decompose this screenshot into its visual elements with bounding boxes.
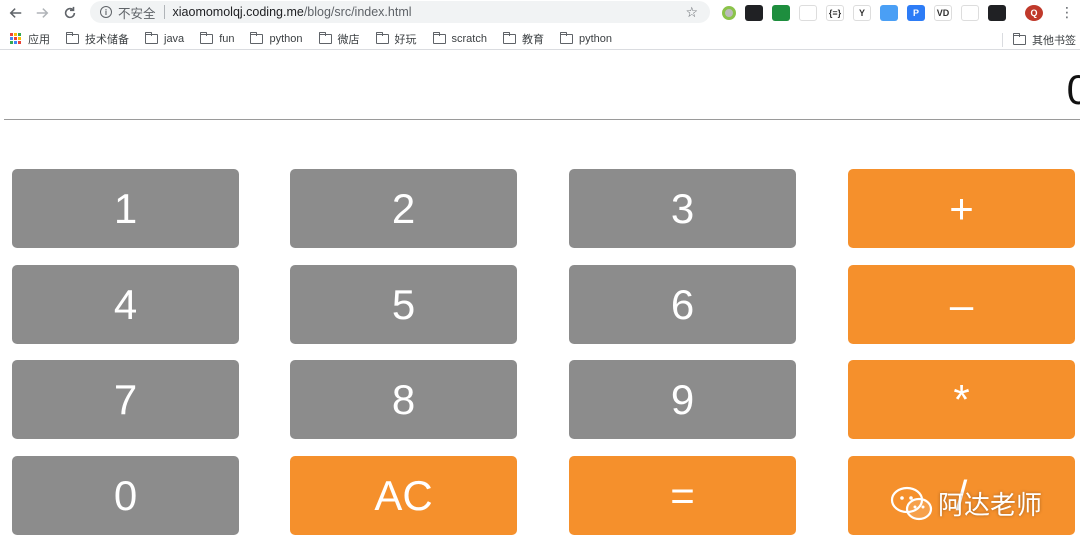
address-bar[interactable]: i 不安全 xiaomomolqj.coding.me/blog/src/ind… bbox=[90, 1, 710, 23]
key-11[interactable]: * bbox=[848, 360, 1075, 439]
browser-toolbar: i 不安全 xiaomomolqj.coding.me/blog/src/ind… bbox=[0, 0, 1080, 26]
folder-icon bbox=[200, 31, 214, 44]
compass-icon[interactable] bbox=[880, 5, 898, 21]
bookmark-folder-label: scratch bbox=[451, 32, 487, 45]
green-circle-icon[interactable] bbox=[722, 6, 736, 20]
bookmark-folder[interactable]: python bbox=[559, 31, 613, 45]
url-separator bbox=[163, 5, 165, 19]
browser-menu-icon[interactable]: ⋮ bbox=[1060, 5, 1074, 19]
arrow-left-icon bbox=[9, 8, 22, 18]
bookmark-folder-label: 微店 bbox=[337, 33, 360, 46]
calculator-display: 0 bbox=[4, 60, 1080, 120]
extensions-area: {≡} Y P VD Q bbox=[722, 3, 1052, 23]
json-icon[interactable]: {≡} bbox=[826, 5, 844, 21]
folder-icon bbox=[432, 31, 446, 44]
bookmark-apps[interactable]: 应用 bbox=[10, 31, 50, 47]
apps-grid-icon bbox=[10, 32, 22, 45]
wechat-icon bbox=[890, 486, 933, 520]
bookmark-folder-label: java bbox=[164, 32, 185, 45]
folder-icon bbox=[502, 31, 516, 44]
key-7[interactable]: – bbox=[848, 265, 1075, 344]
key-0[interactable]: 1 bbox=[12, 169, 239, 248]
bookmark-folder[interactable]: 好玩 bbox=[375, 31, 417, 47]
bookmark-other[interactable]: 其他书签 bbox=[1002, 32, 1076, 48]
key-10[interactable]: 9 bbox=[569, 360, 796, 439]
folder-icon bbox=[250, 31, 264, 44]
key-8[interactable]: 7 bbox=[12, 360, 239, 439]
bookmark-apps-label: 应用 bbox=[28, 33, 50, 46]
bookmark-folder-label: 好玩 bbox=[394, 33, 417, 46]
bookmarks-bar: 应用 技术储备 java fun python 微店 好玩 scratch 教育 python … bbox=[0, 28, 1080, 50]
bookmark-folder[interactable]: java bbox=[145, 31, 185, 45]
bookmark-other-label: 其他书签 bbox=[1032, 35, 1076, 47]
bookmark-star-icon[interactable]: ☆ bbox=[685, 4, 698, 21]
key-4[interactable]: 4 bbox=[12, 265, 239, 344]
url-path: /blog/src/index.html bbox=[303, 5, 412, 19]
bookmark-folder-label: fun bbox=[219, 32, 235, 45]
key-6[interactable]: 6 bbox=[569, 265, 796, 344]
bookmark-folder-label: python bbox=[269, 32, 303, 45]
bookmark-folder[interactable]: 教育 bbox=[502, 31, 544, 47]
key-5[interactable]: 5 bbox=[290, 265, 517, 344]
bookmark-folder[interactable]: scratch bbox=[432, 31, 487, 45]
key-12[interactable]: 0 bbox=[12, 456, 239, 535]
bookmark-folder[interactable]: 微店 bbox=[318, 31, 360, 47]
key-2[interactable]: 3 bbox=[569, 169, 796, 248]
cat-icon[interactable] bbox=[961, 5, 979, 21]
watermark: 阿达老师 bbox=[890, 485, 1042, 522]
tampermonkey-icon[interactable] bbox=[988, 5, 1006, 21]
display-value: 0 bbox=[1067, 60, 1080, 119]
reload-button[interactable] bbox=[56, 1, 84, 25]
arrow-right-icon bbox=[36, 8, 49, 18]
folder-icon bbox=[559, 31, 573, 44]
back-button[interactable] bbox=[2, 1, 30, 25]
insecure-label: 不安全 bbox=[118, 6, 156, 21]
folder-icon bbox=[375, 31, 389, 44]
reload-icon bbox=[64, 6, 76, 19]
vue-icon[interactable]: Y bbox=[853, 5, 871, 21]
shield-icon[interactable] bbox=[772, 5, 790, 21]
qr-code-icon[interactable] bbox=[745, 5, 763, 21]
bookmark-folder-label: 教育 bbox=[521, 33, 544, 46]
info-icon[interactable]: i bbox=[100, 6, 112, 18]
bookmark-folder[interactable]: python bbox=[250, 31, 303, 45]
bookmark-folder[interactable]: 技术储备 bbox=[66, 31, 129, 47]
key-9[interactable]: 8 bbox=[290, 360, 517, 439]
watermark-text: 阿达老师 bbox=[938, 490, 1043, 520]
key-13[interactable]: AC bbox=[290, 456, 517, 535]
vd-icon[interactable]: VD bbox=[934, 5, 952, 21]
avatar-icon[interactable]: Q bbox=[1025, 5, 1043, 21]
key-3[interactable]: + bbox=[848, 169, 1075, 248]
bookmark-folder-label: 技术储备 bbox=[85, 33, 129, 46]
qr-reader-icon[interactable] bbox=[799, 5, 817, 21]
key-14[interactable]: = bbox=[569, 456, 796, 535]
folder-icon bbox=[145, 31, 158, 44]
url-host: xiaomomolqj.coding.me bbox=[172, 5, 304, 19]
bookmark-folder[interactable]: fun bbox=[200, 31, 235, 45]
key-1[interactable]: 2 bbox=[290, 169, 517, 248]
p-icon[interactable]: P bbox=[907, 5, 925, 21]
folder-icon bbox=[1013, 33, 1026, 45]
bookmark-folders: 技术储备 java fun python 微店 好玩 scratch 教育 python bbox=[56, 31, 618, 47]
folder-icon bbox=[318, 31, 332, 44]
forward-button[interactable] bbox=[28, 1, 56, 25]
bookmark-folder-label: python bbox=[578, 32, 613, 45]
folder-icon bbox=[66, 31, 79, 44]
